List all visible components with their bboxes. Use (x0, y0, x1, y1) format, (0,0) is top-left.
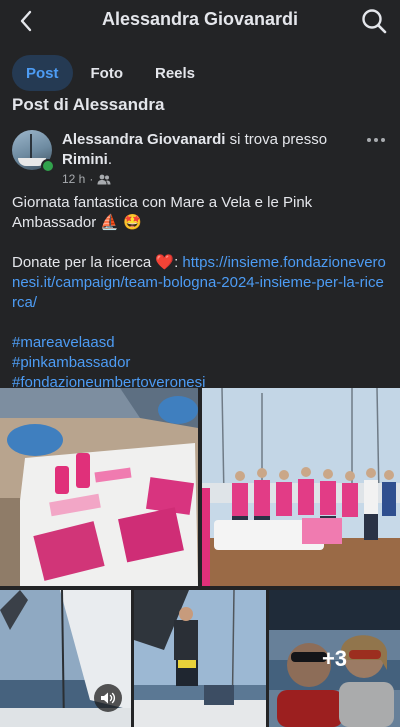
tab-post[interactable]: Post (12, 55, 73, 91)
post-time[interactable]: 12 h (62, 172, 85, 186)
more-dot (367, 138, 371, 142)
more-dot (374, 138, 378, 142)
search-icon (362, 9, 387, 34)
post-text-line: Giornata fantastica con Mare a Vela e le… (12, 194, 313, 231)
post-photo[interactable]: +3 (269, 590, 400, 727)
friends-icon (97, 174, 111, 184)
top-bar: Alessandra Giovanardi (0, 0, 400, 42)
profile-tabs: Post Foto Reels (12, 55, 209, 91)
more-photos-count[interactable]: +3 (269, 590, 400, 727)
hashtag-link[interactable]: #pinkambassador (12, 353, 388, 373)
more-dot (381, 138, 385, 142)
donate-paragraph: Donate per la ricerca ❤️: https://insiem… (12, 253, 388, 313)
post-text: Giornata fantastica con Mare a Vela e le… (12, 193, 388, 393)
post-photo[interactable] (0, 388, 198, 586)
donate-text: Donate per la ricerca ❤️: (12, 254, 183, 271)
more-options-button[interactable] (364, 132, 388, 148)
tab-reels[interactable]: Reels (141, 55, 209, 91)
post-author-line: Alessandra Giovanardi si trova presso Ri… (62, 130, 362, 170)
meta-separator: · (89, 172, 94, 186)
online-status-dot (41, 159, 55, 173)
hashtag-link[interactable]: #mareavelaasd (12, 333, 388, 353)
post-photo[interactable] (134, 590, 266, 727)
tab-foto[interactable]: Foto (77, 55, 137, 91)
place-suffix: . (107, 151, 113, 168)
post-meta: 12 h · (62, 172, 111, 186)
checkin-place[interactable]: Rimini (62, 151, 108, 168)
author-name[interactable]: Alessandra Giovanardi (62, 131, 225, 148)
checkin-action: si trova presso (225, 131, 328, 148)
page-title: Alessandra Giovanardi (101, 9, 299, 29)
post-photo[interactable] (202, 388, 400, 586)
post-header: Alessandra Giovanardi si trova presso Ri… (12, 130, 388, 186)
photo-grid: +3 (0, 388, 400, 727)
section-title: Post di Alessandra (12, 95, 165, 114)
sound-toggle-button[interactable] (94, 684, 122, 712)
search-button[interactable] (360, 7, 388, 35)
speaker-icon (101, 692, 116, 704)
